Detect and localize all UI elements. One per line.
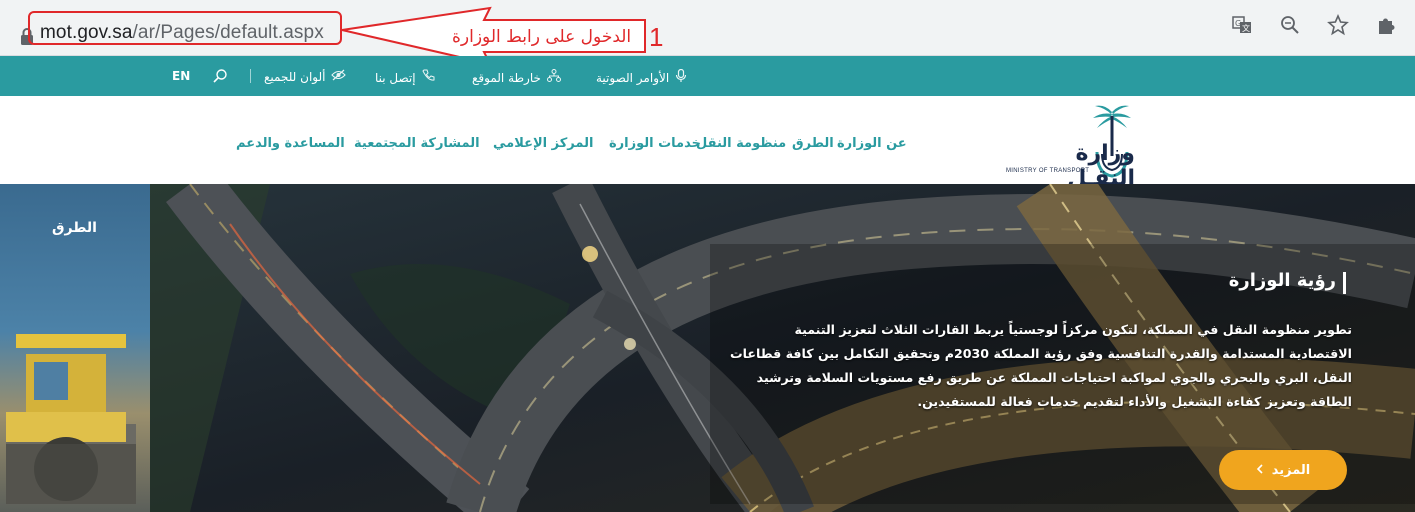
extension-icon[interactable]	[1375, 14, 1397, 36]
svg-text:G: G	[1235, 19, 1241, 28]
colors-for-all-label: ألوان للجميع	[264, 70, 326, 84]
contact-link[interactable]: إتصل بنا	[375, 69, 435, 86]
search-icon[interactable]	[212, 68, 228, 88]
nav-item-transport-system[interactable]: منظومة النقل	[696, 136, 786, 151]
nav-item-media-center[interactable]: المركز الإعلامي	[493, 136, 593, 151]
roads-side-panel[interactable]: الطرق	[0, 184, 150, 512]
annotation-text: الدخول على رابط الوزارة	[452, 27, 632, 47]
utility-bar: الأوامر الصوتية خارطة الموقع إتصل بنا أل…	[0, 56, 1415, 96]
svg-text:文: 文	[1242, 23, 1250, 33]
eye-off-icon	[331, 69, 347, 85]
contact-label: إتصل بنا	[375, 70, 416, 85]
side-panel-title: الطرق	[52, 220, 97, 236]
chevron-left-icon	[1256, 463, 1264, 478]
url-highlight-box	[28, 11, 342, 45]
nav-item-roads[interactable]: الطرق	[792, 136, 834, 151]
nav-item-services[interactable]: خدمات الوزارة	[609, 136, 701, 151]
vision-description: تطوير منظومة النقل في المملكة، لتكون مرك…	[730, 322, 1352, 409]
ministry-logo[interactable]: وزارة النقـل MINISTRY OF TRANSPORT	[1005, 98, 1135, 191]
nav-item-help-support[interactable]: المساعدة والدعم	[236, 136, 345, 151]
more-button-label: المزيد	[1271, 462, 1311, 478]
main-header: عن الوزارة الطرق منظومة النقل خدمات الوز…	[0, 96, 1415, 191]
browser-action-icons: 文G	[1231, 13, 1397, 36]
nav-item-community[interactable]: المشاركة المجتمعية	[354, 136, 480, 151]
voice-commands-label: الأوامر الصوتية	[596, 71, 670, 85]
language-switch-en[interactable]: EN	[172, 69, 190, 83]
site-map-label: خارطة الموقع	[472, 70, 541, 85]
sitemap-icon	[546, 69, 561, 86]
road-roller-image	[6, 334, 136, 504]
zoom-icon[interactable]	[1279, 14, 1301, 36]
colors-for-all-link[interactable]: ألوان للجميع	[264, 69, 347, 85]
logo-subtitle: MINISTRY OF TRANSPORT	[1006, 168, 1090, 174]
site-map-link[interactable]: خارطة الموقع	[472, 69, 561, 86]
utility-separator	[250, 69, 251, 83]
microphone-icon	[675, 68, 687, 87]
vision-title: رؤية الوزارة	[1228, 270, 1336, 291]
browser-toolbar: mot.gov.sa/ar/Pages/default.aspx 文G	[0, 0, 1415, 56]
star-icon[interactable]	[1327, 13, 1349, 36]
vision-title-marker	[1343, 272, 1346, 294]
translate-icon[interactable]: 文G	[1231, 14, 1253, 36]
phone-icon	[422, 69, 435, 86]
voice-commands-link[interactable]: الأوامر الصوتية	[596, 68, 687, 87]
nav-item-about[interactable]: عن الوزارة	[837, 136, 907, 151]
annotation-step-number: 1	[649, 22, 664, 52]
more-button[interactable]: المزيد	[1219, 450, 1347, 490]
